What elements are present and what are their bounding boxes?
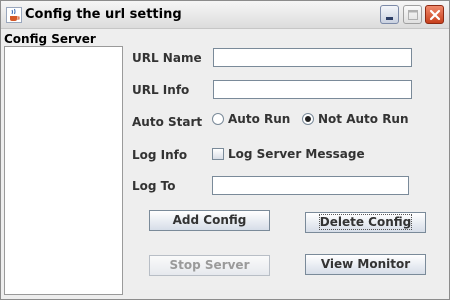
auto-start-label: Auto Start bbox=[132, 115, 203, 129]
log-to-field[interactable] bbox=[212, 176, 409, 195]
add-config-button[interactable]: Add Config bbox=[149, 210, 270, 231]
log-info-label: Log Info bbox=[132, 148, 188, 162]
url-info-field[interactable] bbox=[213, 80, 412, 99]
url-name-label: URL Name bbox=[132, 51, 202, 65]
maximize-button[interactable] bbox=[403, 5, 422, 24]
view-monitor-label: View Monitor bbox=[320, 257, 411, 271]
log-server-message-label[interactable]: Log Server Message bbox=[228, 147, 365, 161]
window-title: Config the url setting bbox=[25, 7, 182, 22]
title-bar[interactable]: Config the url setting bbox=[1, 1, 449, 29]
stop-server-label: Stop Server bbox=[169, 258, 250, 272]
config-server-list[interactable] bbox=[4, 46, 123, 295]
add-config-label: Add Config bbox=[172, 213, 247, 227]
maximize-icon bbox=[408, 10, 418, 20]
not-auto-run-radio[interactable] bbox=[302, 113, 314, 125]
auto-run-label[interactable]: Auto Run bbox=[228, 112, 290, 126]
config-window: Config the url setting Config Server URL… bbox=[0, 0, 450, 300]
stop-server-button: Stop Server bbox=[149, 255, 270, 276]
java-cup-icon bbox=[6, 7, 22, 23]
log-to-label: Log To bbox=[132, 179, 176, 193]
delete-config-label: Delete Config bbox=[318, 214, 413, 230]
url-info-label: URL Info bbox=[132, 83, 190, 97]
view-monitor-button[interactable]: View Monitor bbox=[305, 254, 426, 275]
close-button[interactable] bbox=[425, 5, 444, 24]
close-icon bbox=[429, 9, 441, 21]
auto-run-radio[interactable] bbox=[212, 113, 224, 125]
not-auto-run-label[interactable]: Not Auto Run bbox=[318, 112, 409, 126]
config-server-label: Config Server bbox=[4, 32, 96, 46]
log-server-message-checkbox[interactable] bbox=[212, 148, 224, 160]
minimize-button[interactable] bbox=[380, 5, 399, 24]
url-name-field[interactable] bbox=[213, 48, 412, 67]
delete-config-button[interactable]: Delete Config bbox=[305, 212, 426, 233]
minimize-icon bbox=[386, 17, 393, 20]
